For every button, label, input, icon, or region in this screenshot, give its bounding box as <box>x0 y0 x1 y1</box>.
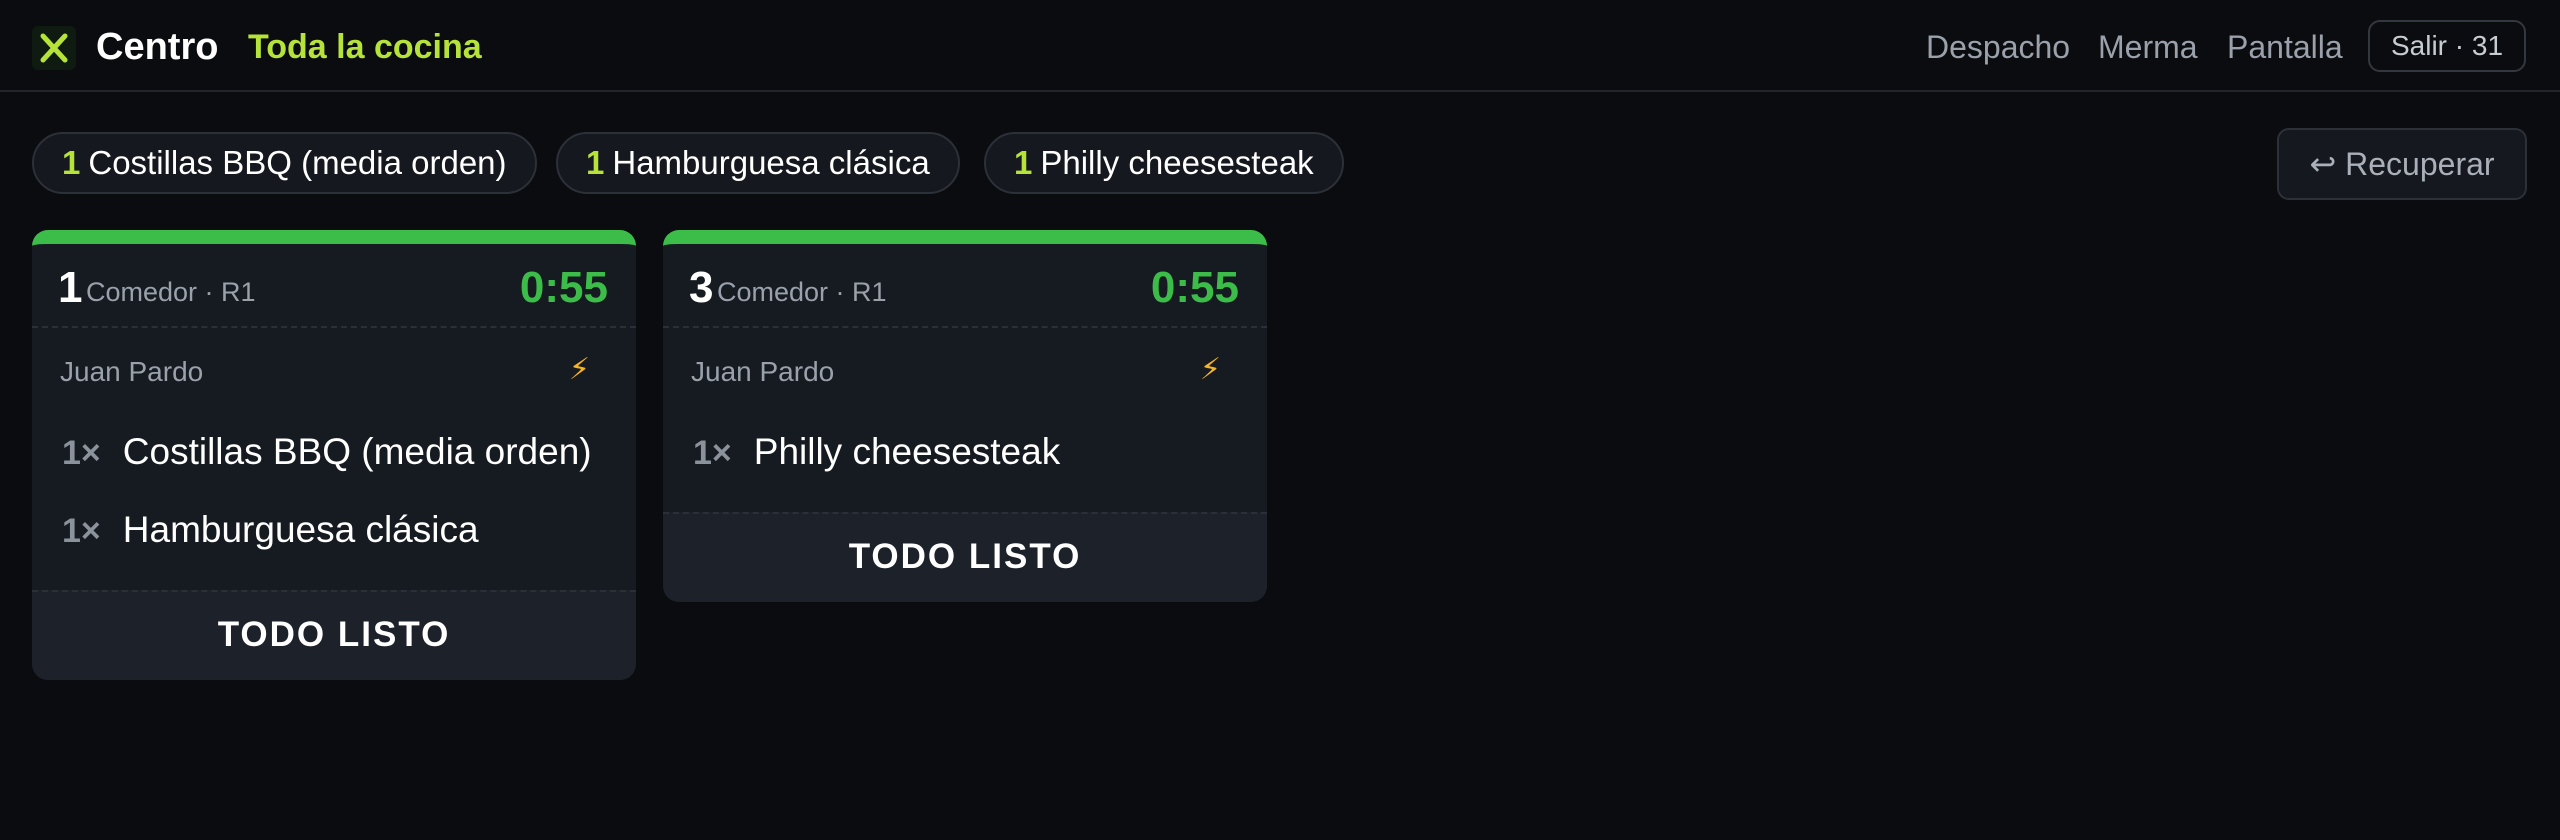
ticket-server: Juan Pardo <box>691 356 835 387</box>
all-done-button[interactable]: TODO LISTO <box>32 590 636 680</box>
recover-button[interactable]: ↩ Recuperar <box>2277 128 2527 200</box>
chip-qty: 1 <box>62 144 81 181</box>
ticket-item[interactable]: 1× Hamburguesa clásica <box>62 507 479 554</box>
item-qty: 1× <box>693 434 732 472</box>
ticket-header: 3 Comedor · R1 0:55 <box>663 244 1267 328</box>
ticket-number: 3 <box>689 263 714 312</box>
ticket-item[interactable]: 1× Philly cheesesteak <box>693 429 1060 476</box>
all-done-button[interactable]: TODO LISTO <box>663 512 1267 602</box>
ticket-server: Juan Pardo <box>60 356 204 387</box>
order-ticket[interactable]: 3 Comedor · R1 0:55 Juan Pardo ⚡ 1× Phill… <box>663 230 1267 602</box>
item-qty: 1× <box>62 512 101 550</box>
order-ticket[interactable]: 1 Comedor · R1 0:55 Juan Pardo ⚡ 1× Costi… <box>32 230 636 680</box>
ticket-timer: 0:55 <box>519 263 608 312</box>
item-name: Hamburguesa clásica <box>122 509 479 550</box>
item-qty: 1× <box>62 434 101 472</box>
brand-name: Centro <box>96 26 219 68</box>
ticket-item[interactable]: 1× Costillas BBQ (media orden) <box>62 429 592 476</box>
station-name[interactable]: Toda la cocina <box>248 24 482 70</box>
lightning-icon: ⚡ <box>568 353 590 386</box>
app-logo-icon <box>32 26 76 70</box>
ticket-timer: 0:55 <box>1150 263 1239 312</box>
chip-label: Hamburguesa clásica <box>612 144 930 181</box>
chip-qty: 1 <box>1014 144 1033 181</box>
nav-merma[interactable]: Merma <box>2098 26 2198 68</box>
summary-chip[interactable]: 1 Philly cheesesteak <box>984 132 1344 194</box>
ticket-header: 1 Comedor · R1 0:55 <box>32 244 636 328</box>
chip-label: Costillas BBQ (media orden) <box>88 144 507 181</box>
lightning-icon: ⚡ <box>1199 353 1221 386</box>
ticket-location: Comedor · R1 <box>717 277 887 307</box>
top-bar: Centro Toda la cocina Despacho Merma Pan… <box>0 0 2560 92</box>
exit-button[interactable]: Salir · 31 <box>2368 20 2526 72</box>
item-name: Costillas BBQ (media orden) <box>122 431 592 472</box>
summary-chip[interactable]: 1 Hamburguesa clásica <box>556 132 960 194</box>
summary-chip[interactable]: 1 Costillas BBQ (media orden) <box>32 132 537 194</box>
item-name: Philly cheesesteak <box>753 431 1061 472</box>
chip-qty: 1 <box>586 144 605 181</box>
ticket-number: 1 <box>58 263 83 312</box>
nav-pantalla[interactable]: Pantalla <box>2227 26 2343 68</box>
chip-label: Philly cheesesteak <box>1040 144 1314 181</box>
ticket-location: Comedor · R1 <box>86 277 256 307</box>
nav-despacho[interactable]: Despacho <box>1926 26 2070 68</box>
